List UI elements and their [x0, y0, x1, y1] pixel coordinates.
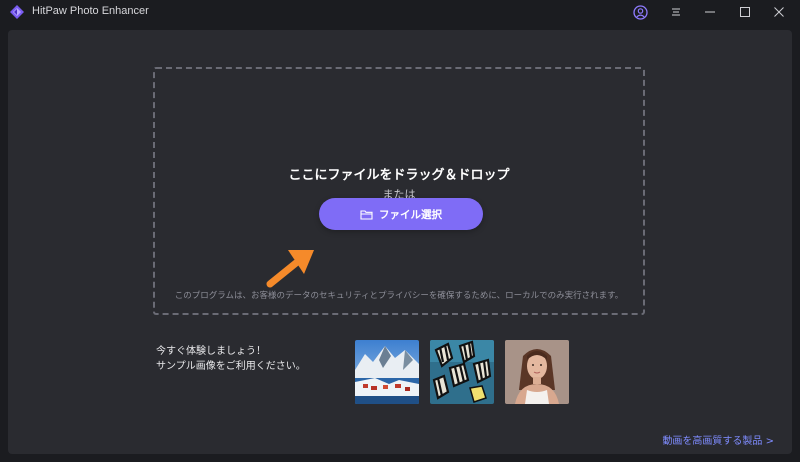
close-button[interactable]	[770, 3, 788, 21]
menu-button[interactable]	[667, 3, 685, 21]
account-button[interactable]	[631, 3, 649, 21]
select-file-label: ファイル選択	[379, 208, 442, 221]
title-bar: HitPaw Photo Enhancer	[0, 0, 800, 24]
hitpaw-logo-icon	[10, 5, 24, 19]
menu-icon	[672, 8, 680, 16]
sample-prompt-line2: サンプル画像をご利用ください。	[156, 361, 306, 372]
maximize-button[interactable]	[736, 3, 754, 21]
privacy-note: このプログラムは、お客様のデータのセキュリティとプライバシーを確保するために、ロ…	[174, 291, 624, 301]
sample-image-woman-portrait[interactable]	[505, 340, 569, 404]
zebra-fish-image	[430, 340, 494, 404]
close-icon	[774, 7, 784, 17]
drop-title: ここにファイルをドラッグ＆ドロップ	[288, 168, 510, 183]
app-title: HitPaw Photo Enhancer	[32, 5, 149, 17]
account-icon	[632, 4, 648, 20]
minimize-icon	[705, 11, 715, 13]
sample-image-zebra-fish[interactable]	[430, 340, 494, 404]
file-drop-zone[interactable]: ここにファイルをドラッグ＆ドロップ または ファイル選択 このプログラムは、お客…	[153, 67, 645, 315]
sample-prompt-line1: 今すぐ体験しましょう！	[156, 346, 266, 357]
woman-portrait-image	[505, 340, 569, 404]
snowy-village-image	[355, 340, 419, 404]
select-file-button[interactable]: ファイル選択	[319, 198, 483, 230]
folder-icon	[360, 209, 373, 220]
pointer-arrow-icon	[266, 250, 314, 288]
sample-image-snowy-village[interactable]	[355, 340, 419, 404]
video-enhancer-link[interactable]: 動画を高画質する製品 >	[662, 432, 774, 447]
minimize-button[interactable]	[701, 3, 719, 21]
main-panel: ここにファイルをドラッグ＆ドロップ または ファイル選択 このプログラムは、お客…	[8, 30, 792, 454]
maximize-icon	[740, 7, 750, 17]
sample-prompt: 今すぐ体験しましょう！ サンプル画像をご利用ください。	[156, 344, 306, 374]
